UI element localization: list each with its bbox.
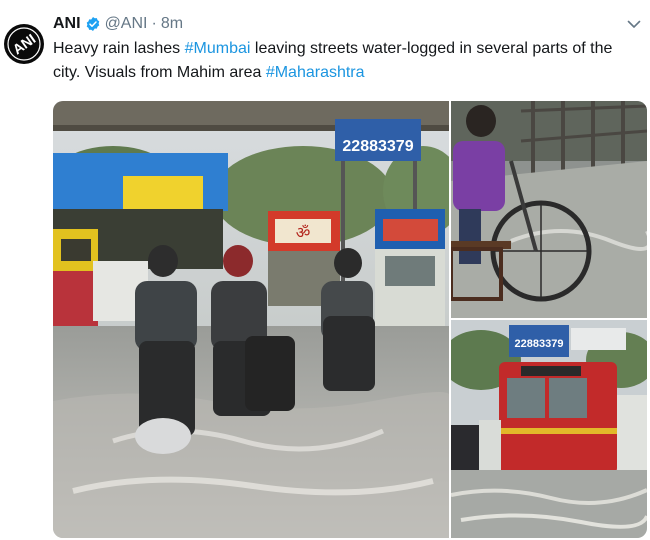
photo-cycle-rickshaw[interactable] [451,101,647,318]
tweet-header: ANI @ANI · 8m [53,14,183,34]
separator-dot: · [151,15,157,32]
avatar[interactable]: ANI [4,14,44,74]
sign-number: 22883379 [342,138,413,155]
photo-flooded-road[interactable]: 22883379 ॐ [53,101,449,538]
hashtag-maharashtra[interactable]: #Maharashtra [266,64,365,81]
tweet-text-segment: Heavy rain lashes [53,40,185,57]
timestamp[interactable]: 8m [161,14,183,34]
user-handle[interactable]: @ANI [105,14,148,34]
truck-sign-text: ॐ [296,223,311,242]
sign-number: 22883379 [515,338,564,350]
hashtag-mumbai[interactable]: #Mumbai [185,40,251,57]
chevron-down-icon[interactable] [626,16,642,32]
media-grid: 22883379 ॐ 22883379 [53,101,647,538]
tweet-text: Heavy rain lashes #Mumbai leaving street… [53,37,638,85]
photo-red-bus[interactable]: 22883379 [451,320,647,538]
display-name[interactable]: ANI [53,14,81,34]
verified-badge-icon [85,16,101,32]
